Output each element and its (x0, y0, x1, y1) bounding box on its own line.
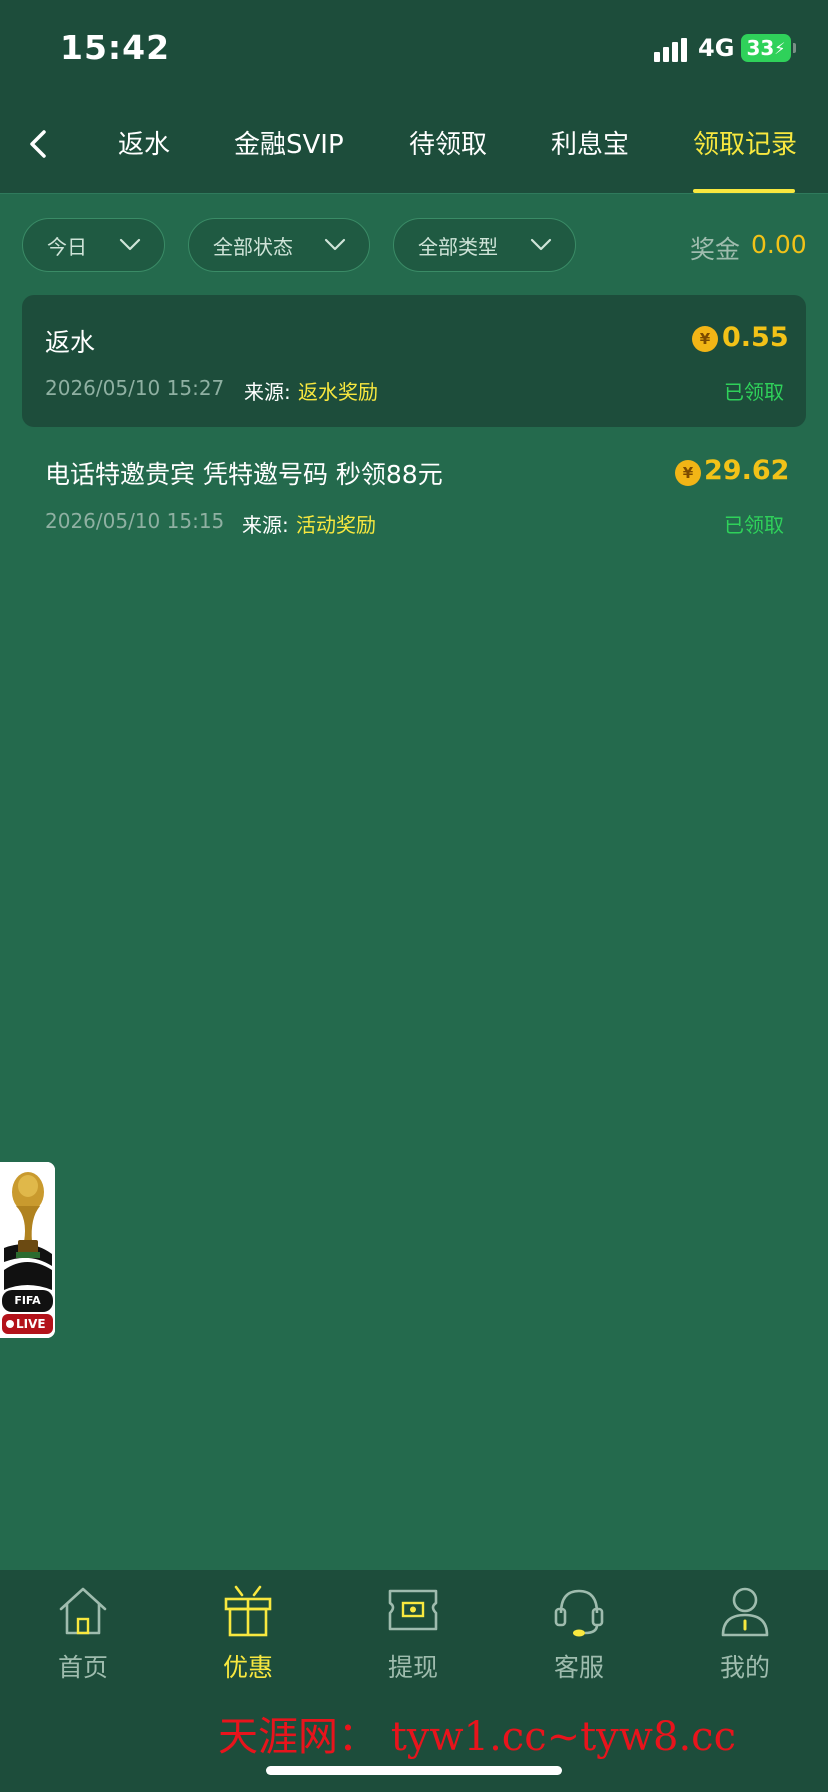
chevron-down-icon (530, 238, 552, 251)
nav-withdraw[interactable]: 提现 (353, 1585, 473, 1685)
record-card[interactable]: 返水 ¥ 0.55 2026/05/10 15:27 来源: 返水奖励 已领取 (22, 295, 806, 427)
nav-profile[interactable]: 我的 (685, 1585, 805, 1685)
status-filter[interactable]: 全部状态 (188, 218, 370, 272)
record-row[interactable]: 电话特邀贵宾 凭特邀号码 秒领88元 ¥ 29.62 2026/05/10 15… (22, 428, 806, 548)
tab-svip[interactable]: 金融SVIP (234, 124, 344, 161)
chevron-down-icon (119, 238, 141, 251)
nav-label: 优惠 (222, 1653, 273, 1682)
fifa-live-widget[interactable]: FIFA LIVE (0, 1162, 55, 1338)
record-amount: 29.62 (704, 455, 790, 486)
nav-label: 首页 (57, 1653, 108, 1682)
nav-promotions[interactable]: 优惠 (188, 1585, 308, 1685)
record-date: 2026/05/10 15:27 (45, 376, 225, 400)
status-time: 15:42 (60, 28, 171, 67)
nav-label: 我的 (719, 1653, 770, 1682)
user-icon (721, 1587, 769, 1637)
home-icon (59, 1587, 107, 1635)
coin-icon: ¥ (692, 326, 718, 352)
record-date: 2026/05/10 15:15 (45, 509, 225, 533)
record-source-value: 返水奖励 (298, 380, 378, 404)
record-title: 电话特邀贵宾 凭特邀号码 秒领88元 (45, 460, 443, 489)
tab-fanshui[interactable]: 返水 (118, 124, 170, 161)
headset-icon (554, 1589, 604, 1637)
fifa-label: FIFA (14, 1294, 41, 1307)
date-filter[interactable]: 今日 (22, 218, 165, 272)
header: 15:42 4G 33 ⚡ 返水 金融SVIP 待领取 利息宝 领取记录 (0, 0, 828, 194)
nav-support[interactable]: 客服 (519, 1585, 639, 1685)
chevron-down-icon (324, 238, 346, 251)
date-filter-label: 今日 (47, 234, 87, 259)
type-filter[interactable]: 全部类型 (393, 218, 576, 272)
type-filter-label: 全部类型 (418, 234, 498, 259)
battery-level: 33 (746, 36, 775, 60)
battery-cap (793, 43, 796, 53)
status-filter-label: 全部状态 (213, 234, 293, 259)
world-cup-trophy-icon (0, 1162, 55, 1338)
nav-label: 客服 (553, 1653, 604, 1682)
signal-icon (654, 38, 688, 62)
coin-icon: ¥ (675, 460, 701, 486)
gift-icon (224, 1585, 272, 1637)
withdraw-icon (388, 1589, 438, 1631)
tab-pending[interactable]: 待领取 (409, 124, 487, 161)
header-divider (0, 193, 828, 194)
bonus-label: 奖金 (690, 235, 741, 264)
record-source-value: 活动奖励 (296, 513, 376, 537)
back-arrow-icon[interactable] (22, 124, 58, 164)
record-status: 已领取 (724, 513, 784, 537)
record-source-label: 来源: (244, 380, 291, 404)
nav-home[interactable]: 首页 (23, 1585, 143, 1685)
live-label: LIVE (16, 1317, 46, 1331)
battery-icon: 33 ⚡ (741, 34, 791, 62)
nav-label: 提现 (387, 1653, 438, 1682)
record-amount: 0.55 (722, 322, 789, 353)
tab-interest[interactable]: 利息宝 (551, 124, 629, 161)
record-source-label: 来源: (242, 513, 289, 537)
watermark: 天涯网： tyw1.cc~tyw8.cc (218, 1714, 736, 1760)
record-status: 已领取 (724, 380, 784, 404)
record-title: 返水 (45, 328, 96, 357)
network-type: 4G (698, 34, 735, 62)
tab-claim-history[interactable]: 领取记录 (693, 124, 797, 161)
page: 15:42 4G 33 ⚡ 返水 金融SVIP 待领取 利息宝 领取记录 今日 全… (0, 0, 828, 1792)
bonus-total: 0.00 (751, 230, 807, 259)
home-indicator (266, 1766, 562, 1775)
